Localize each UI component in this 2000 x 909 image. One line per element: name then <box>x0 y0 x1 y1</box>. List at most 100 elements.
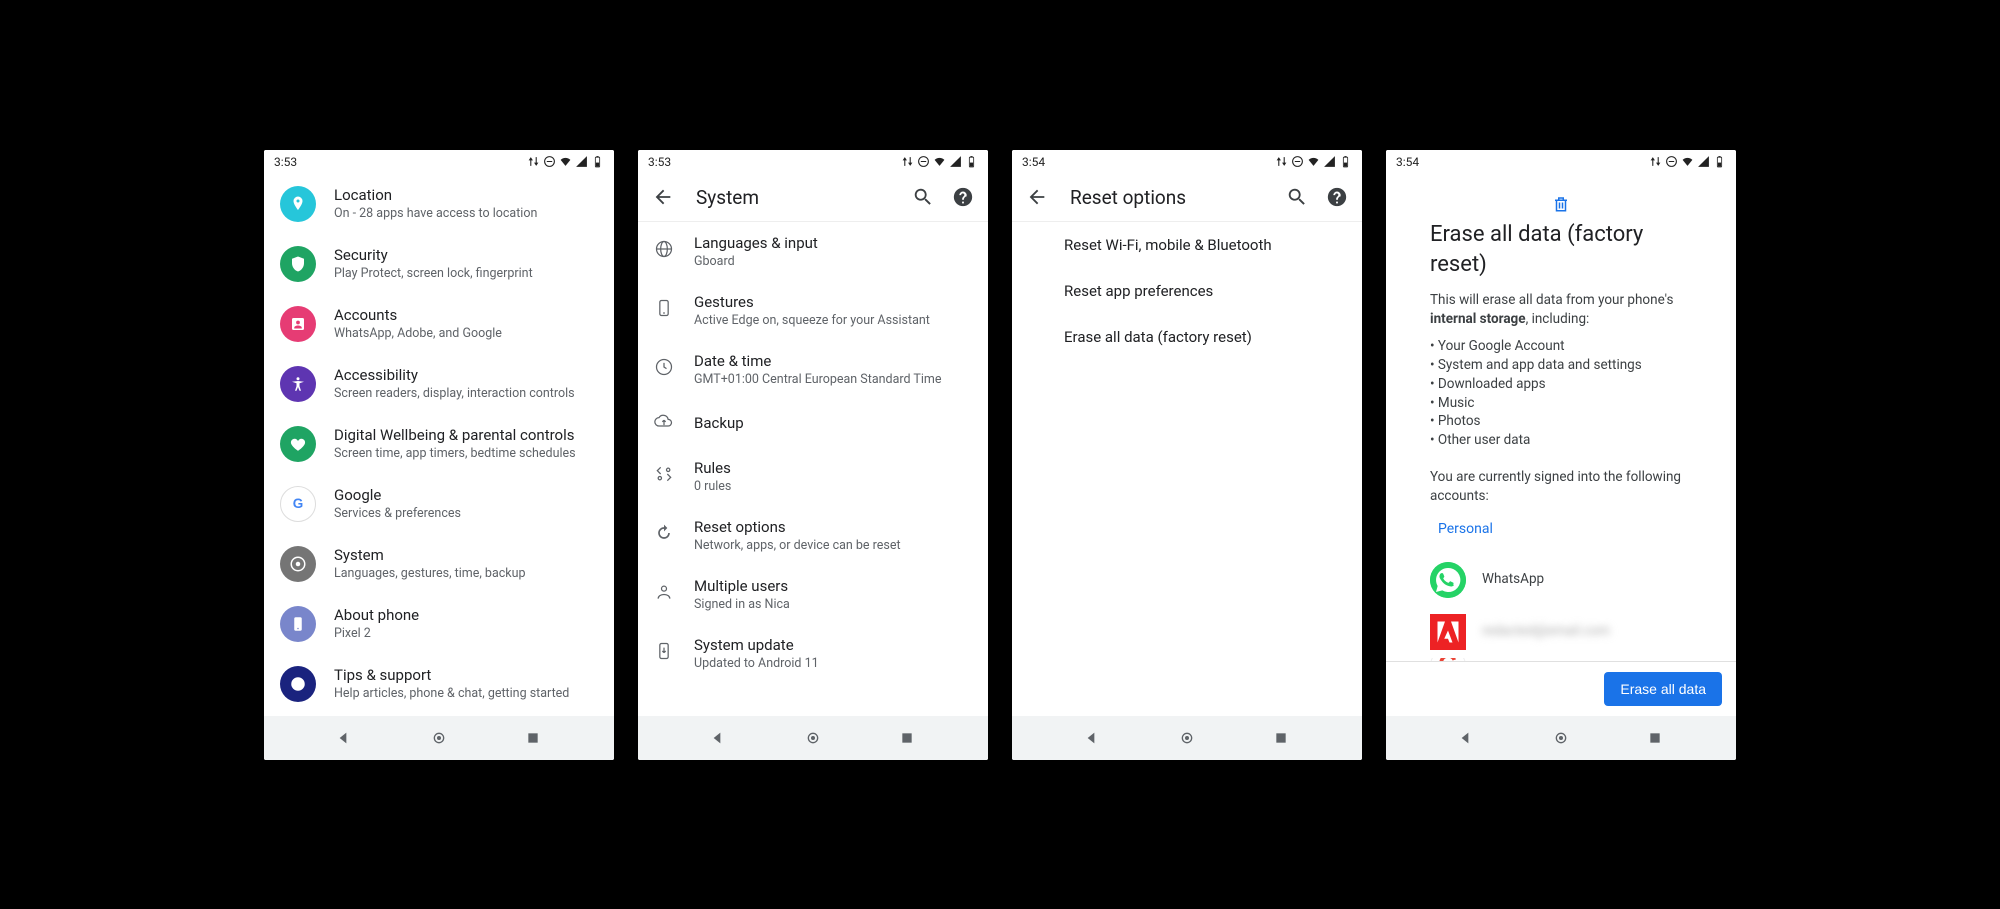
cell-icon <box>1323 155 1336 168</box>
nav-back-icon[interactable] <box>1459 730 1475 746</box>
item-title: Multiple users <box>694 577 972 595</box>
account-adobe[interactable]: redacted@email.com <box>1430 606 1692 658</box>
help-icon[interactable] <box>952 186 974 208</box>
system-item-users[interactable]: Multiple usersSigned in as Nica <box>638 565 988 624</box>
help-icon[interactable] <box>1326 186 1348 208</box>
erase-bullet: Photos <box>1430 412 1692 431</box>
item-title: Gestures <box>694 293 972 311</box>
data-saver-icon <box>527 155 540 168</box>
nav-back-icon[interactable] <box>337 730 353 746</box>
nav-home-icon[interactable] <box>805 730 821 746</box>
erase-bullet: System and app data and settings <box>1430 356 1692 375</box>
back-icon[interactable] <box>652 186 674 208</box>
erase-intro: This will erase all data from your phone… <box>1430 291 1692 329</box>
dnd-icon <box>1665 155 1678 168</box>
languages-icon <box>654 239 674 263</box>
status-time: 3:53 <box>274 155 297 169</box>
security-icon <box>280 246 316 282</box>
update-icon <box>654 641 674 665</box>
navbar <box>638 716 988 760</box>
navbar <box>264 716 614 760</box>
settings-item-accessibility[interactable]: Accessibility Screen readers, display, in… <box>264 354 614 414</box>
button-row: Erase all data <box>1386 661 1736 716</box>
item-subtitle: Help articles, phone & chat, getting sta… <box>334 686 598 701</box>
item-subtitle: Pixel 2 <box>334 626 598 641</box>
search-icon[interactable] <box>1286 186 1308 208</box>
screen-erase-all-data: 3:54 Erase all data (factory reset) This… <box>1386 150 1736 760</box>
settings-item-accounts[interactable]: AccountsWhatsApp, Adobe, and Google <box>264 294 614 354</box>
search-icon[interactable] <box>912 186 934 208</box>
erase-bullet: Other user data <box>1430 431 1692 450</box>
nav-back-icon[interactable] <box>711 730 727 746</box>
system-item-backup[interactable]: Backup <box>638 399 988 447</box>
backup-icon <box>654 411 674 435</box>
wellbeing-icon <box>280 426 316 462</box>
datetime-icon <box>654 357 674 381</box>
item-subtitle: Network, apps, or device can be reset <box>694 538 972 553</box>
dnd-icon <box>917 155 930 168</box>
item-subtitle: 0 rules <box>694 479 972 494</box>
settings-item-wellbeing[interactable]: Digital Wellbeing & parental controlsScr… <box>264 414 614 474</box>
nav-home-icon[interactable] <box>1179 730 1195 746</box>
battery-icon <box>1339 155 1352 168</box>
item-subtitle: Screen readers, display, interaction con… <box>334 386 598 401</box>
reset-app-prefs[interactable]: Reset app preferences <box>1012 268 1362 314</box>
item-subtitle: Gboard <box>694 254 972 269</box>
system-item-rules[interactable]: Rules0 rules <box>638 447 988 506</box>
item-title: Languages & input <box>694 234 972 252</box>
page-title: Reset options <box>1070 186 1264 209</box>
about-icon <box>280 606 316 642</box>
appbar: Reset options <box>1012 174 1362 222</box>
item-title: Security <box>334 246 598 264</box>
intro-post: , including: <box>1526 311 1590 327</box>
reset-icon <box>654 523 674 547</box>
system-item-languages[interactable]: Languages & input Gboard <box>638 222 988 281</box>
nav-recent-icon[interactable] <box>899 730 915 746</box>
nav-recent-icon[interactable] <box>1273 730 1289 746</box>
erase-all[interactable]: Erase all data (factory reset) <box>1012 314 1362 360</box>
item-subtitle: Updated to Android 11 <box>694 656 972 671</box>
battery-icon <box>591 155 604 168</box>
status-time: 3:53 <box>648 155 671 169</box>
item-title: Backup <box>694 414 972 432</box>
system-item-reset[interactable]: Reset optionsNetwork, apps, or device ca… <box>638 506 988 565</box>
back-icon[interactable] <box>1026 186 1048 208</box>
settings-item-about[interactable]: About phonePixel 2 <box>264 594 614 654</box>
item-subtitle: Languages, gestures, time, backup <box>334 566 598 581</box>
rules-icon <box>654 464 674 488</box>
item-title: Date & time <box>694 352 972 370</box>
system-icon <box>280 546 316 582</box>
dnd-icon <box>1291 155 1304 168</box>
item-title: System update <box>694 636 972 654</box>
page-title: System <box>696 186 890 209</box>
settings-item-location[interactable]: LocationOn - 28 apps have access to loca… <box>264 174 614 234</box>
personal-label: Personal <box>1430 520 1692 540</box>
settings-item-google[interactable]: GGoogleServices & preferences <box>264 474 614 534</box>
reset-wifi[interactable]: Reset Wi-Fi, mobile & Bluetooth <box>1012 222 1362 268</box>
status-time: 3:54 <box>1396 155 1419 169</box>
whatsapp-icon <box>1430 562 1466 598</box>
nav-home-icon[interactable] <box>431 730 447 746</box>
system-item-datetime[interactable]: Date & timeGMT+01:00 Central European St… <box>638 340 988 399</box>
system-item-gestures[interactable]: Gestures Active Edge on, squeeze for your… <box>638 281 988 340</box>
item-title: Accessibility <box>334 366 598 384</box>
nav-recent-icon[interactable] <box>1647 730 1663 746</box>
account-whatsapp[interactable]: WhatsApp <box>1430 554 1692 606</box>
intro-bold: internal storage <box>1430 311 1526 327</box>
item-subtitle: Active Edge on, squeeze for your Assista… <box>694 313 972 328</box>
system-item-update[interactable]: System update Updated to Android 11 <box>638 624 988 683</box>
settings-item-security[interactable]: SecurityPlay Protect, screen lock, finge… <box>264 234 614 294</box>
battery-icon <box>965 155 978 168</box>
erase-bullet: Music <box>1430 394 1692 413</box>
nav-home-icon[interactable] <box>1553 730 1569 746</box>
screen-system: 3:53 System Languages & input Gboard Gestu… <box>638 150 988 760</box>
nav-back-icon[interactable] <box>1085 730 1101 746</box>
nav-recent-icon[interactable] <box>525 730 541 746</box>
settings-item-tips[interactable]: ?Tips & supportHelp articles, phone & ch… <box>264 654 614 714</box>
status-time: 3:54 <box>1022 155 1045 169</box>
wifi-icon <box>1681 155 1694 168</box>
erase-all-data-button[interactable]: Erase all data <box>1604 672 1722 706</box>
settings-item-system[interactable]: SystemLanguages, gestures, time, backup <box>264 534 614 594</box>
accessibility-icon <box>280 366 316 402</box>
data-saver-icon <box>901 155 914 168</box>
